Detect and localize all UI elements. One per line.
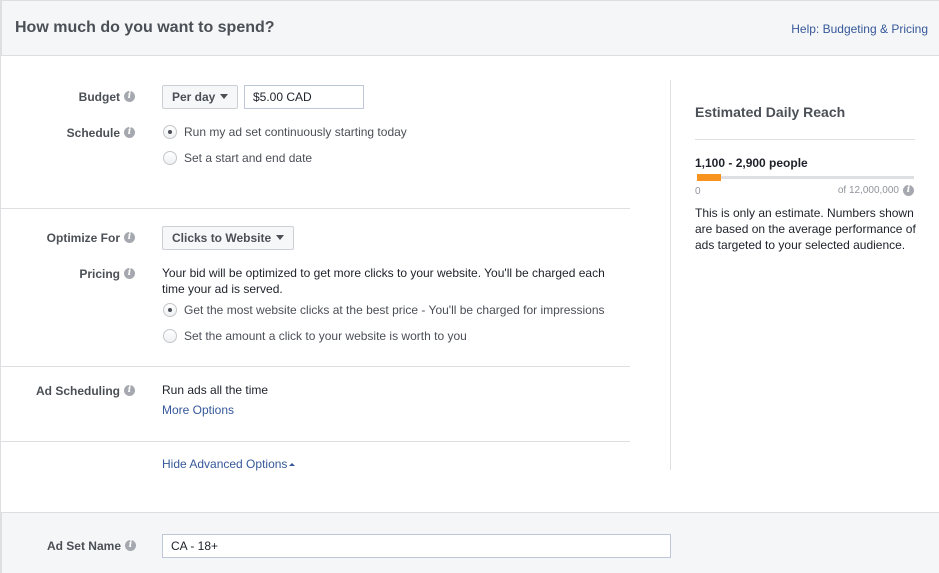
radio-button-checked[interactable]: [163, 125, 177, 139]
ad-scheduling-label-group: Ad Scheduling i: [1, 383, 135, 398]
reach-range: 1,100 - 2,900 people: [695, 156, 808, 170]
budget-amount-input[interactable]: [244, 85, 364, 109]
reach-max-label: of 12,000,000: [837, 185, 899, 197]
ad-scheduling-label: Ad Scheduling: [36, 383, 120, 398]
reach-min-label: 0: [695, 186, 701, 197]
optimize-label-group: Optimize For i: [1, 230, 135, 245]
chevron-down-icon: [220, 94, 229, 99]
pricing-description: Your bid will be optimized to get more c…: [162, 266, 605, 296]
vertical-divider: [670, 80, 671, 470]
info-icon[interactable]: i: [124, 232, 135, 244]
optimize-for-label: Optimize For: [46, 230, 120, 245]
info-icon[interactable]: i: [125, 540, 136, 552]
info-icon[interactable]: i: [124, 385, 135, 397]
hide-advanced-options-label: Hide Advanced Options: [162, 457, 288, 471]
help-budgeting-pricing-link[interactable]: Help: Budgeting & Pricing: [791, 22, 928, 36]
info-icon[interactable]: i: [903, 185, 914, 196]
pricing-option-best-price[interactable]: Get the most website clicks at the best …: [163, 302, 605, 318]
reach-bar-track: [697, 176, 914, 179]
chevron-down-icon: [276, 235, 285, 240]
divider: [1, 441, 630, 442]
optimize-for-value: Clicks to Website: [172, 231, 272, 245]
ad-set-name-section: Ad Set Name i: [1, 512, 939, 573]
schedule-label-group: Schedule i: [1, 125, 135, 140]
radio-button[interactable]: [163, 151, 177, 165]
budget-label: Budget: [78, 89, 120, 104]
chevron-up-icon: [289, 463, 296, 466]
section-header: How much do you want to spend? Help: Bud…: [1, 0, 939, 56]
budget-period-dropdown[interactable]: Per day: [162, 85, 239, 109]
budget-pricing-panel: How much do you want to spend? Help: Bud…: [0, 0, 939, 573]
pricing-label-group: Pricing i: [1, 266, 135, 281]
budget-period-value: Per day: [172, 90, 216, 104]
budget-label-group: Budget i: [1, 89, 135, 104]
reach-title: Estimated Daily Reach: [695, 104, 846, 120]
pricing-option-label: Set the amount a click to your website i…: [184, 329, 467, 343]
more-options-link[interactable]: More Options: [162, 403, 234, 417]
pricing-label: Pricing: [79, 266, 120, 281]
info-icon[interactable]: i: [124, 268, 135, 280]
divider: [695, 139, 915, 140]
reach-max-group: of 12,000,000 i: [838, 185, 914, 196]
radio-button[interactable]: [163, 329, 177, 343]
reach-bar-fill: [697, 174, 721, 181]
schedule-option-label: Run my ad set continuously starting toda…: [184, 125, 407, 139]
pricing-option-label: Get the most website clicks at the best …: [184, 303, 605, 317]
ad-scheduling-value: Run ads all the time: [162, 383, 269, 397]
reach-description: This is only an estimate. Numbers shown …: [695, 206, 916, 252]
section-title: How much do you want to spend?: [15, 19, 275, 36]
ad-set-name-input[interactable]: [162, 534, 671, 558]
schedule-option-start-end[interactable]: Set a start and end date: [163, 150, 312, 166]
divider: [1, 366, 630, 367]
schedule-option-label: Set a start and end date: [184, 151, 313, 165]
ad-set-name-label: Ad Set Name: [46, 538, 121, 553]
schedule-label: Schedule: [66, 125, 120, 140]
hide-advanced-options-link[interactable]: Hide Advanced Options: [162, 457, 296, 471]
info-icon[interactable]: i: [124, 127, 135, 139]
optimize-for-dropdown[interactable]: Clicks to Website: [162, 226, 295, 250]
divider: [1, 208, 630, 209]
info-icon[interactable]: i: [124, 91, 135, 103]
schedule-option-continuous[interactable]: Run my ad set continuously starting toda…: [163, 124, 407, 140]
ad-set-name-label-group: Ad Set Name i: [2, 538, 136, 553]
pricing-option-manual-bid[interactable]: Set the amount a click to your website i…: [163, 328, 467, 344]
radio-button-checked[interactable]: [163, 303, 177, 317]
reach-bar: [697, 174, 914, 181]
